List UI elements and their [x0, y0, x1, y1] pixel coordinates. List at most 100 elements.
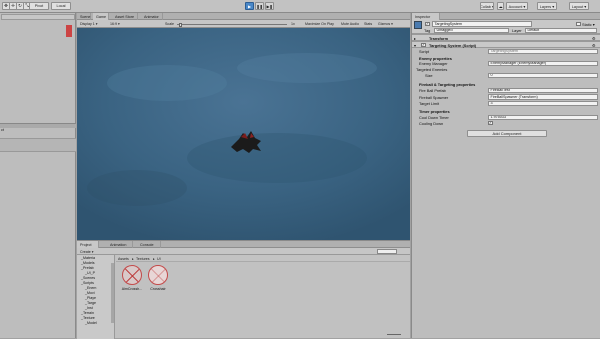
breadcrumb: Assets ▸ Textures ▸ UI — [116, 255, 410, 262]
static-label[interactable]: Static ▾ — [582, 22, 595, 27]
add-component-button[interactable]: Add Component — [467, 130, 547, 137]
tag-label: Tag — [424, 28, 431, 33]
static-checkbox[interactable] — [576, 21, 581, 26]
breadcrumb-item[interactable]: UI — [157, 256, 161, 262]
enemy-properties-header: Enemy properties — [419, 55, 452, 61]
display-dropdown[interactable]: Display 1 ▾ — [80, 21, 98, 27]
stats-toggle[interactable]: Stats — [364, 21, 372, 27]
step-button[interactable]: ▶❚ — [265, 2, 274, 10]
aspect-dropdown[interactable]: 16:9 ▾ — [110, 21, 120, 27]
hierarchy-panel: ct — [0, 13, 76, 338]
size-label: Size — [425, 73, 433, 78]
tab-game[interactable]: Game — [93, 13, 109, 20]
tree-item[interactable]: _Texture — [81, 316, 95, 320]
tab-console[interactable]: Console — [137, 241, 161, 248]
active-checkbox[interactable]: ✓ — [425, 21, 430, 26]
tree-item[interactable]: _UI_P — [85, 271, 95, 275]
settings-gear-icon[interactable]: ⚙ — [592, 43, 596, 48]
tab-animator[interactable]: Animator — [141, 13, 163, 20]
tree-item[interactable]: _Scenes — [81, 276, 95, 280]
tree-item[interactable]: _Targe — [85, 301, 96, 305]
fireball-properties-header: Fireball & Targeting properties — [419, 82, 476, 87]
enemy-manager-field[interactable]: EnemyManager (EnemyManager) — [488, 60, 598, 66]
cooldown-timer-label: Cool Down Timer — [419, 115, 449, 120]
project-folder-tree: _Materia _Models _Prefab _UI_P _Scenes _… — [77, 255, 115, 339]
tree-item[interactable]: _Scripts — [81, 281, 94, 285]
breadcrumb-separator: ▸ — [132, 256, 134, 261]
tree-item[interactable]: _Models — [81, 261, 95, 265]
project-toolbar: Create ▾ — [77, 248, 410, 255]
inspector-object-header: ✓ TargetingSystem Static ▾ Tag Untagged … — [412, 20, 600, 34]
tree-item[interactable]: _Movi — [85, 291, 95, 295]
script-label: Script — [419, 49, 429, 54]
cooling-down-checkbox[interactable]: ✓ — [488, 120, 493, 125]
account-dropdown[interactable]: Account ▾ — [506, 2, 528, 10]
project-tabbar: Project Animation Console — [77, 241, 410, 248]
inspector-panel: Inspector ✓ TargetingSystem Static ▾ Tag… — [411, 13, 600, 338]
tab-animation[interactable]: Animation — [107, 241, 133, 248]
cloud-icon[interactable]: ☁ — [497, 2, 504, 10]
tree-scrollbar[interactable] — [111, 263, 114, 323]
cooldown-timer-field[interactable]: 1.975033 — [488, 114, 598, 120]
tree-item[interactable]: _Model — [85, 321, 97, 325]
tab-asset-store[interactable]: Asset Store — [112, 13, 138, 20]
timer-properties-header: Timer properties — [419, 109, 450, 114]
layout-dropdown[interactable]: Layout ▾ — [569, 2, 589, 10]
mute-audio-toggle[interactable]: Mute Audio — [341, 21, 359, 27]
scale-slider[interactable] — [177, 24, 287, 25]
script-title: Targeting System (Script) — [429, 42, 477, 48]
targeted-enemies-foldout[interactable]: Targeted Enemies — [416, 67, 447, 72]
local-toggle[interactable]: Local — [51, 2, 71, 10]
cooling-down-label: Cooling Down — [419, 121, 444, 126]
breadcrumb-separator: ▸ — [153, 256, 155, 261]
foldout-arrow-icon: ▸ — [414, 35, 416, 41]
layer-dropdown[interactable]: Default — [525, 27, 597, 33]
crosshair-texture-icon — [122, 265, 142, 285]
tree-item[interactable]: _Playe — [85, 296, 96, 300]
tree-item[interactable]: _Enem — [85, 286, 96, 290]
game-viewport[interactable] — [77, 28, 410, 240]
target-limit-field[interactable]: 3 — [488, 100, 598, 106]
breadcrumb-item[interactable]: Textures — [136, 256, 150, 262]
script-component-header[interactable]: ▾ ✓ Targeting System (Script) ⚙ — [412, 41, 600, 48]
scale-slider-handle[interactable] — [179, 22, 182, 27]
size-field[interactable]: 0 — [488, 72, 598, 78]
scale-label: Scale — [165, 22, 174, 26]
scene-marker-icon — [66, 25, 72, 37]
fireball-prefab-field[interactable]: FireBallTest — [488, 87, 598, 93]
transform-title: Transform — [429, 35, 449, 41]
play-button[interactable]: ▶ — [245, 2, 254, 10]
search-input[interactable] — [377, 249, 397, 254]
hierarchy-label: ct — [1, 128, 4, 132]
tab-inspector[interactable]: Inspector — [412, 13, 440, 20]
pivot-toggle[interactable]: Pivot — [29, 2, 49, 10]
gizmos-dropdown[interactable]: Gizmos ▾ — [378, 21, 393, 27]
tree-item[interactable]: _Prefab — [81, 266, 94, 270]
game-panel: Scene Game Asset Store Animator Display … — [77, 13, 410, 240]
tree-item[interactable]: _Terrain — [81, 311, 94, 315]
settings-gear-icon[interactable]: ⚙ — [592, 36, 596, 41]
enemy-manager-label: Enemy Manager — [419, 61, 448, 66]
layers-dropdown[interactable]: Layers ▾ — [537, 2, 557, 10]
pause-button[interactable]: ❚❚ — [255, 2, 264, 10]
transform-header[interactable]: ▸ Transform ⚙ — [412, 34, 600, 41]
create-dropdown[interactable]: Create ▾ — [80, 249, 94, 255]
tag-dropdown[interactable]: Untagged — [434, 27, 509, 33]
asset-tile[interactable]: Crosshair — [143, 265, 173, 291]
tab-project[interactable]: Project — [77, 241, 99, 248]
inspector-tabbar: Inspector — [412, 13, 600, 20]
collab-button[interactable]: Collab ▾ — [480, 2, 494, 10]
fireball-spawner-field[interactable]: FireBallSpawner (Transform) — [488, 94, 598, 100]
script-enabled-checkbox[interactable]: ✓ — [421, 42, 426, 47]
maximize-on-play-toggle[interactable]: Maximize On Play — [305, 21, 334, 27]
crosshair-texture-icon — [148, 265, 168, 285]
breadcrumb-item[interactable]: Assets — [118, 256, 129, 262]
object-name-field[interactable]: TargetingSystem — [432, 21, 532, 27]
icon-size-slider[interactable] — [387, 334, 401, 336]
hierarchy-toolbar — [0, 138, 76, 152]
layer-label: Layer — [512, 28, 522, 33]
tree-item[interactable]: _Inst — [85, 306, 93, 310]
tab-scene[interactable]: Scene — [77, 13, 91, 20]
tree-item[interactable]: _Materia — [81, 256, 95, 260]
game-tabbar: Scene Game Asset Store Animator — [77, 13, 410, 20]
